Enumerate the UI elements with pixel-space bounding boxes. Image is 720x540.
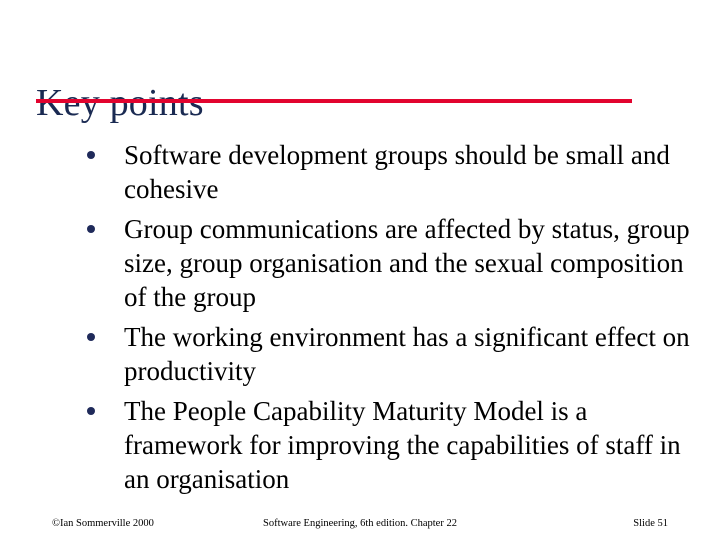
list-item-text: The People Capability Maturity Model is …	[124, 396, 681, 494]
bullet-dot-icon	[87, 333, 95, 341]
footer-copyright: ©Ian Sommerville 2000	[52, 518, 154, 529]
list-item: Group communications are affected by sta…	[84, 212, 696, 314]
list-item: Software development groups should be sm…	[84, 138, 696, 206]
list-item-text: Software development groups should be sm…	[124, 140, 670, 204]
footer-slide-number: Slide 51	[633, 518, 668, 529]
slide-footer: ©Ian Sommerville 2000 Software Engineeri…	[52, 515, 668, 533]
list-item: The People Capability Maturity Model is …	[84, 394, 696, 496]
list-item: The working environment has a significan…	[84, 320, 696, 388]
bullet-dot-icon	[87, 225, 95, 233]
list-item-text: Group communications are affected by sta…	[124, 214, 690, 312]
list-item-text: The working environment has a significan…	[124, 322, 690, 386]
bullet-list: Software development groups should be sm…	[84, 138, 696, 496]
title-underline-rule	[36, 99, 632, 103]
presentation-slide: Key points Software development groups s…	[0, 0, 720, 540]
page-title: Key points	[36, 82, 204, 125]
bullet-dot-icon	[87, 151, 95, 159]
bullet-dot-icon	[87, 407, 95, 415]
